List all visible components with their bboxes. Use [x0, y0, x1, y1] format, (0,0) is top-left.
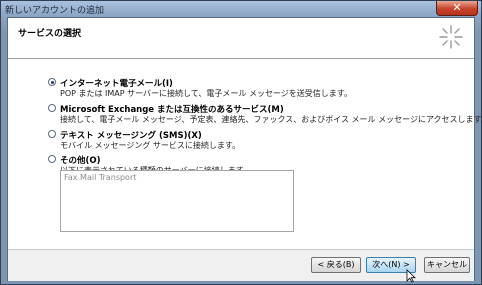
dialog-client: サービスの選択 インターネット電子メール(I) POP または IMAP サーバ… [7, 17, 482, 281]
wizard-sparkle-icon [439, 25, 463, 49]
close-button[interactable]: ✕ [436, 1, 478, 16]
radio-other[interactable] [48, 155, 56, 163]
title-bar: 新しいアカウントの追加 ✕ [1, 1, 481, 17]
service-options: インターネット電子メール(I) POP または IMAP サーバーに接続して、電… [8, 59, 482, 249]
dialog-window: 新しいアカウントの追加 ✕ サービスの選択 インターネット電子メール(I) PO… [0, 0, 482, 285]
back-button[interactable]: < 戻る(B) [311, 257, 361, 273]
other-server-list[interactable]: Fax Mail Transport [60, 170, 294, 232]
option-description: 接続して、電子メール メッセージ、予定表、連絡先、ファックス、およびボイス メー… [60, 115, 482, 124]
radio-sms[interactable] [48, 130, 56, 138]
wizard-footer: < 戻る(B) 次へ(N) > キャンセル [8, 249, 474, 281]
wizard-header: サービスの選択 [8, 18, 474, 59]
window-title: 新しいアカウントの追加 [5, 6, 105, 16]
radio-internet-email[interactable] [48, 78, 56, 86]
option-description: POP または IMAP サーバーに接続して、電子メール メッセージを送受信しま… [60, 89, 352, 98]
radio-exchange[interactable] [48, 104, 56, 112]
option-description: モバイル メッセージング サービスに接続します。 [60, 141, 241, 150]
list-item[interactable]: Fax Mail Transport [64, 173, 136, 182]
mouse-pointer-icon [406, 269, 416, 283]
cancel-button[interactable]: キャンセル [424, 257, 470, 273]
page-title: サービスの選択 [18, 29, 82, 39]
